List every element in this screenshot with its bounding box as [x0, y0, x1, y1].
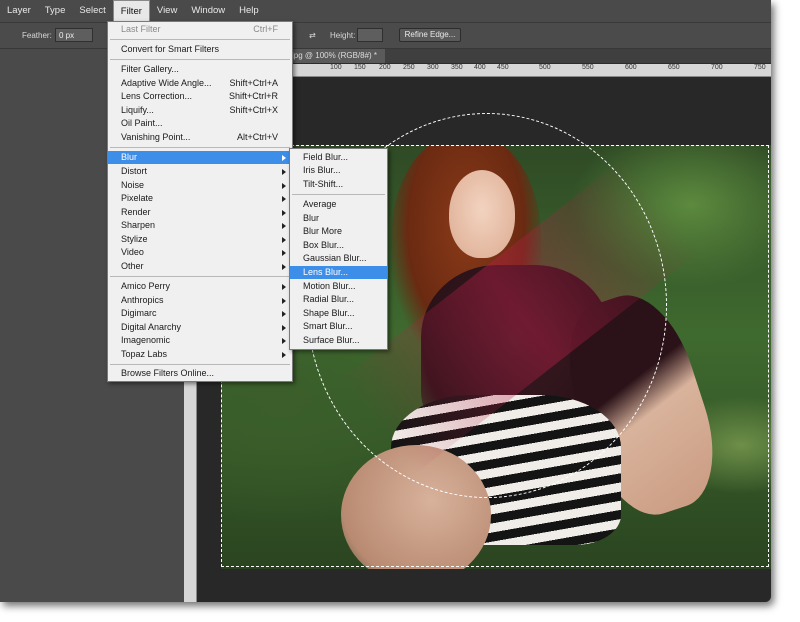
menu-item-lens-blur[interactable]: Lens Blur... — [290, 266, 387, 279]
filter-menu: Last Filter Ctrl+F Convert for Smart Filt… — [107, 21, 293, 382]
menu-item-liquify[interactable]: Liquify... Shift+Ctrl+X — [108, 104, 292, 117]
menu-item-convert-smart-filters[interactable]: Convert for Smart Filters — [108, 43, 292, 56]
menu-item-surface-blur[interactable]: Surface Blur... — [290, 334, 387, 347]
ruler-tick: 300 — [427, 64, 439, 71]
submenu-arrow-icon — [282, 352, 286, 358]
ruler-tick: 100 — [330, 64, 342, 71]
submenu-arrow-icon — [282, 325, 286, 331]
submenu-arrow-icon — [282, 155, 286, 161]
ruler-tick: 350 — [451, 64, 463, 71]
menu-separator — [110, 59, 290, 60]
submenu-arrow-icon — [282, 311, 286, 317]
menu-separator — [110, 147, 290, 148]
menu-item-amico-perry[interactable]: Amico Perry — [108, 280, 292, 293]
menu-item-sharpen[interactable]: Sharpen — [108, 219, 292, 232]
menu-separator — [110, 364, 290, 365]
submenu-arrow-icon — [282, 183, 286, 189]
ruler-tick: 150 — [354, 64, 366, 71]
menu-item-shape-blur[interactable]: Shape Blur... — [290, 307, 387, 320]
menu-item-blur[interactable]: Blur — [108, 151, 292, 164]
submenu-arrow-icon — [282, 196, 286, 202]
document-tab[interactable]: jpg @ 100% (RGB/8#) * — [284, 49, 386, 63]
menu-item-vanishing-point[interactable]: Vanishing Point... Alt+Ctrl+V — [108, 131, 292, 144]
submenu-arrow-icon — [282, 298, 286, 304]
menu-item-stylize[interactable]: Stylize — [108, 233, 292, 246]
menu-separator — [110, 276, 290, 277]
submenu-arrow-icon — [282, 223, 286, 229]
ruler-tick: 400 — [474, 64, 486, 71]
ruler-tick: 450 — [497, 64, 509, 71]
menu-layer[interactable]: Layer — [0, 0, 38, 22]
submenu-arrow-icon — [282, 284, 286, 290]
menu-bar: Layer Type Select Filter View Window Hel… — [0, 0, 771, 23]
menu-item-oil-paint[interactable]: Oil Paint... — [108, 117, 292, 130]
menu-item-video[interactable]: Video — [108, 246, 292, 259]
menu-item-distort[interactable]: Distort — [108, 165, 292, 178]
menu-item-field-blur[interactable]: Field Blur... — [290, 151, 387, 164]
ruler-tick: 750 — [754, 64, 766, 71]
menu-item-adaptive-wide-angle[interactable]: Adaptive Wide Angle... Shift+Ctrl+A — [108, 77, 292, 90]
menu-item-box-blur[interactable]: Box Blur... — [290, 239, 387, 252]
submenu-arrow-icon — [282, 169, 286, 175]
menu-item-smart-blur[interactable]: Smart Blur... — [290, 320, 387, 333]
menu-type[interactable]: Type — [38, 0, 73, 22]
swap-icon[interactable]: ⇄ — [309, 31, 316, 40]
menu-item-last-filter[interactable]: Last Filter Ctrl+F — [108, 23, 292, 36]
menu-item-lens-correction[interactable]: Lens Correction... Shift+Ctrl+R — [108, 90, 292, 103]
feather-input[interactable]: 0 px — [55, 28, 93, 42]
menu-select[interactable]: Select — [72, 0, 112, 22]
submenu-arrow-icon — [282, 338, 286, 344]
menu-item-motion-blur[interactable]: Motion Blur... — [290, 280, 387, 293]
submenu-arrow-icon — [282, 237, 286, 243]
menu-window[interactable]: Window — [184, 0, 232, 22]
menu-separator — [292, 194, 385, 195]
menu-item-digital-anarchy[interactable]: Digital Anarchy — [108, 321, 292, 334]
submenu-arrow-icon — [282, 210, 286, 216]
menu-item-pixelate[interactable]: Pixelate — [108, 192, 292, 205]
menu-item-blur-more[interactable]: Blur More — [290, 225, 387, 238]
menu-item-radial-blur[interactable]: Radial Blur... — [290, 293, 387, 306]
submenu-arrow-icon — [282, 250, 286, 256]
menu-item-gaussian-blur[interactable]: Gaussian Blur... — [290, 252, 387, 265]
menu-item-topaz-labs[interactable]: Topaz Labs — [108, 348, 292, 361]
feather-label: Feather: — [22, 31, 52, 40]
menu-item-anthropics[interactable]: Anthropics — [108, 294, 292, 307]
menu-help[interactable]: Help — [232, 0, 266, 22]
ruler-tick: 200 — [379, 64, 391, 71]
menu-item-render[interactable]: Render — [108, 206, 292, 219]
ruler-tick: 250 — [403, 64, 415, 71]
ruler-tick: 500 — [539, 64, 551, 71]
menu-view[interactable]: View — [150, 0, 184, 22]
menu-item-browse-filters-online[interactable]: Browse Filters Online... — [108, 367, 292, 380]
height-input[interactable] — [357, 28, 383, 42]
height-label: Height: — [330, 31, 356, 40]
menu-item-tilt-shift[interactable]: Tilt-Shift... — [290, 178, 387, 191]
menu-item-digimarc[interactable]: Digimarc — [108, 307, 292, 320]
ruler-tick: 600 — [625, 64, 637, 71]
submenu-arrow-icon — [282, 264, 286, 270]
ruler-tick: 650 — [668, 64, 680, 71]
menu-item-iris-blur[interactable]: Iris Blur... — [290, 164, 387, 177]
menu-item-average[interactable]: Average — [290, 198, 387, 211]
ruler-tick: 700 — [711, 64, 723, 71]
blur-submenu: Field Blur... Iris Blur... Tilt-Shift...… — [289, 148, 388, 350]
menu-item-filter-gallery[interactable]: Filter Gallery... — [108, 63, 292, 76]
menu-filter[interactable]: Filter — [112, 0, 150, 22]
menu-item-other[interactable]: Other — [108, 260, 292, 273]
menu-item-blur-filter[interactable]: Blur — [290, 212, 387, 225]
menu-item-noise[interactable]: Noise — [108, 179, 292, 192]
menu-separator — [110, 39, 290, 40]
menu-item-imagenomic[interactable]: Imagenomic — [108, 334, 292, 347]
ruler-tick: 550 — [582, 64, 594, 71]
refine-edge-button[interactable]: Refine Edge... — [399, 28, 461, 42]
